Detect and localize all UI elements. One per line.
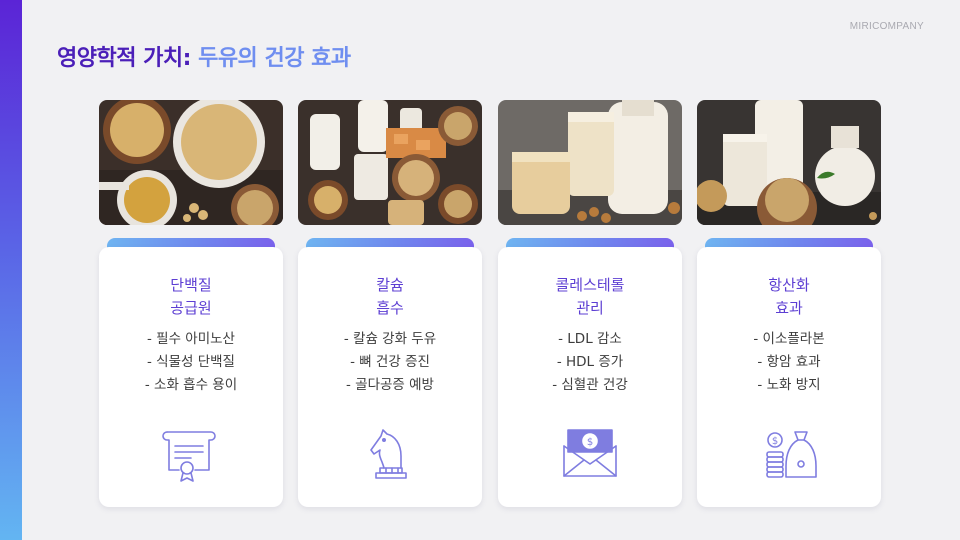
card-heading-line: 효과: [775, 299, 803, 317]
card-heading-line: 단백질: [170, 276, 212, 294]
card-heading-line: 흡수: [376, 299, 404, 317]
card-bullet-list: - 이소플라본 - 항암 효과 - 노화 방지: [697, 328, 881, 397]
svg-text:$: $: [772, 436, 778, 447]
card-heading-line: 콜레스테롤: [555, 276, 625, 294]
card-heading: 항산화 효과: [697, 274, 881, 320]
card-heading-line: 칼슘: [376, 276, 404, 294]
list-item: - LDL 감소: [558, 331, 622, 347]
soy-milk-bottles-photo: [697, 100, 881, 225]
certificate-icon: [161, 424, 221, 484]
benefit-card: 칼슘 흡수 - 칼슘 강화 두유 - 뼈 건강 증진 - 골다공증 예방: [298, 247, 482, 507]
card-heading: 콜레스테롤 관리: [498, 274, 682, 320]
benefit-card: 항산화 효과 - 이소플라본 - 항암 효과 - 노화 방지 $: [697, 247, 881, 507]
list-item: - 심혈관 건강: [552, 377, 628, 393]
soybean-bowls-photo: [99, 100, 283, 225]
list-item: - 소화 흡수 용이: [144, 377, 238, 393]
benefit-card: 콜레스테롤 관리 - LDL 감소 - HDL 증가 - 심혈관 건강 $: [498, 247, 682, 507]
list-item: - 식물성 단백질: [147, 354, 235, 370]
benefit-card: 단백질 공급원 - 필수 아미노산 - 식물성 단백질 - 소화 흡수 용이: [99, 247, 283, 507]
list-item: - 필수 아미노산: [147, 331, 235, 347]
list-item: - 항암 효과: [757, 354, 821, 370]
list-item: - 이소플라본: [753, 331, 825, 347]
left-accent-bar: [0, 0, 22, 540]
list-item: - 골다공증 예방: [346, 377, 434, 393]
soy-milk-and-tofu-photo: [298, 100, 482, 225]
title-part-2: 두유의 건강 효과: [198, 46, 351, 71]
page-title: 영양학적 가치: 두유의 건강 효과: [57, 40, 351, 72]
money-bag-coins-icon: $: [759, 424, 819, 484]
card-heading-line: 공급원: [170, 299, 212, 317]
title-part-1: 영양학적 가치:: [57, 46, 191, 71]
card-heading: 단백질 공급원: [99, 274, 283, 320]
chess-knight-icon: [360, 424, 420, 484]
card-heading: 칼슘 흡수: [298, 274, 482, 320]
list-item: - 칼슘 강화 두유: [343, 331, 437, 347]
card-heading-line: 항산화: [768, 276, 810, 294]
list-item: - HDL 증가: [556, 354, 624, 370]
card-bullet-list: - 필수 아미노산 - 식물성 단백질 - 소화 흡수 용이: [99, 328, 283, 397]
card-heading-line: 관리: [576, 299, 604, 317]
card-bullet-list: - LDL 감소 - HDL 증가 - 심혈관 건강: [498, 328, 682, 397]
list-item: - 노화 방지: [757, 377, 821, 393]
soy-milk-glasses-photo: [498, 100, 682, 225]
svg-text:$: $: [587, 437, 593, 448]
money-envelope-icon: $: [560, 424, 620, 484]
brand-name: MIRICOMPANY: [849, 21, 924, 32]
list-item: - 뼈 건강 증진: [350, 354, 430, 370]
card-bullet-list: - 칼슘 강화 두유 - 뼈 건강 증진 - 골다공증 예방: [298, 328, 482, 397]
